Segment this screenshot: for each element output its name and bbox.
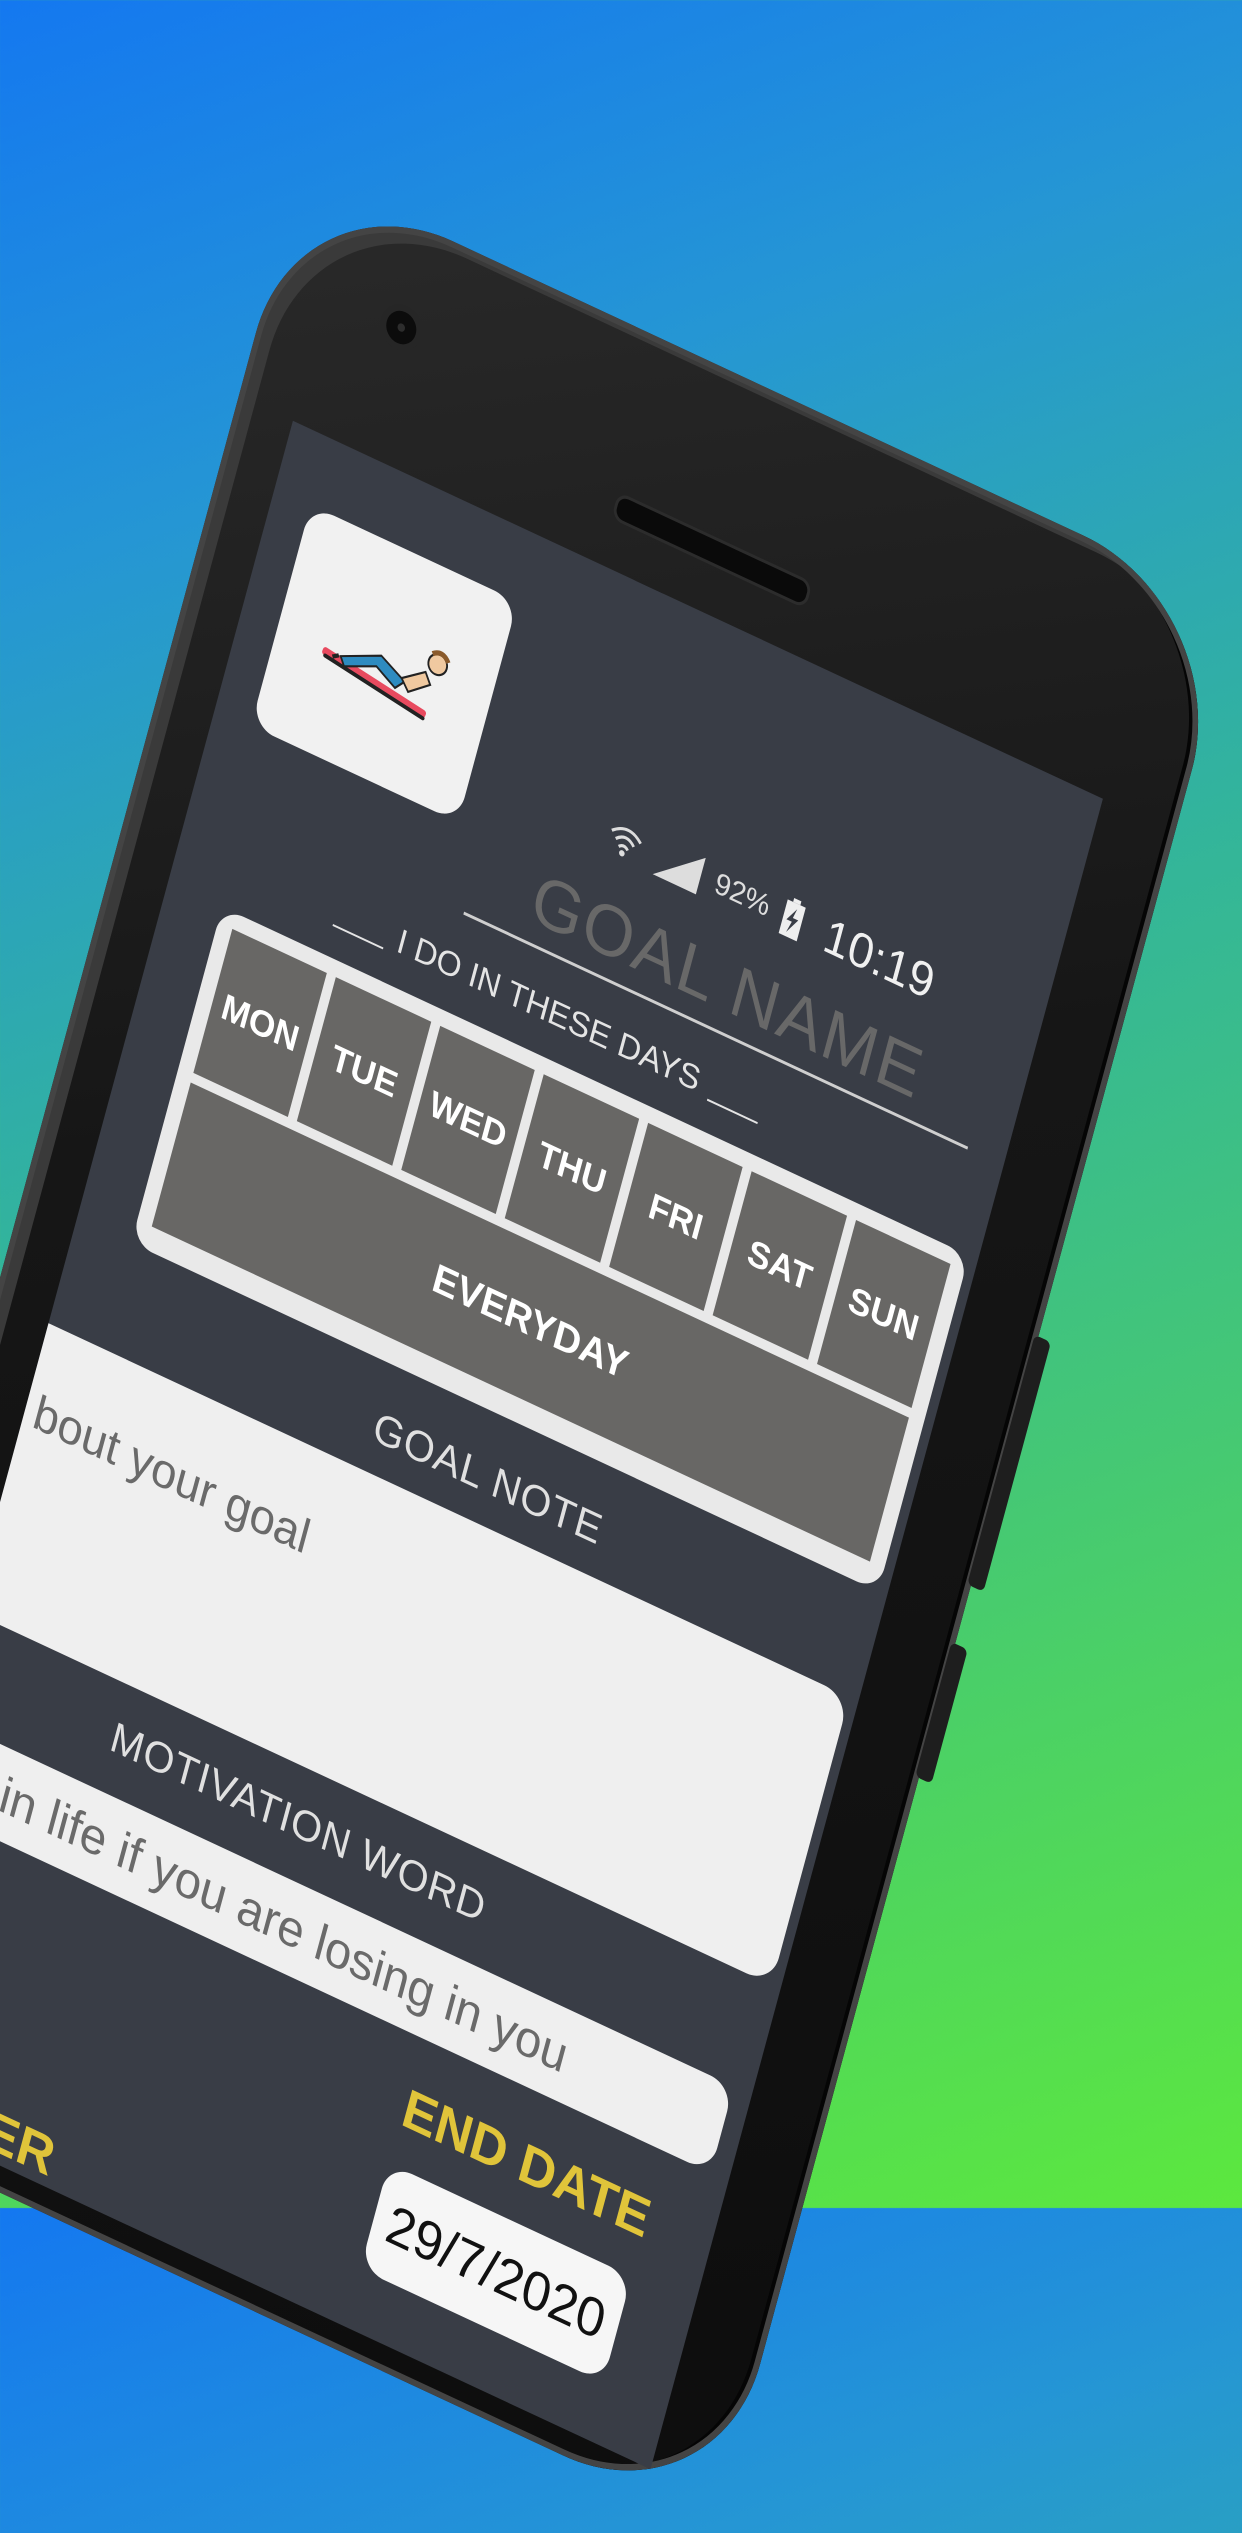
- phone-frame: 92% 10:19 GOAL NAME I DO IN THESE DAYS M…: [0, 170, 1236, 2527]
- battery-percent: 92%: [711, 866, 774, 924]
- sit-up-exercise-icon: [322, 647, 451, 721]
- heading-dash-left: [332, 924, 384, 950]
- reminder-label: REMINDER: [0, 2009, 62, 2188]
- cell-signal-icon: [652, 857, 706, 895]
- background-stage: 92% 10:19 GOAL NAME I DO IN THESE DAYS M…: [0, 0, 1242, 2527]
- wifi-icon: [611, 826, 642, 857]
- heading-dash-right: [706, 1098, 758, 1124]
- battery-charging-icon: [778, 898, 806, 942]
- goal-icon-button[interactable]: [250, 504, 518, 823]
